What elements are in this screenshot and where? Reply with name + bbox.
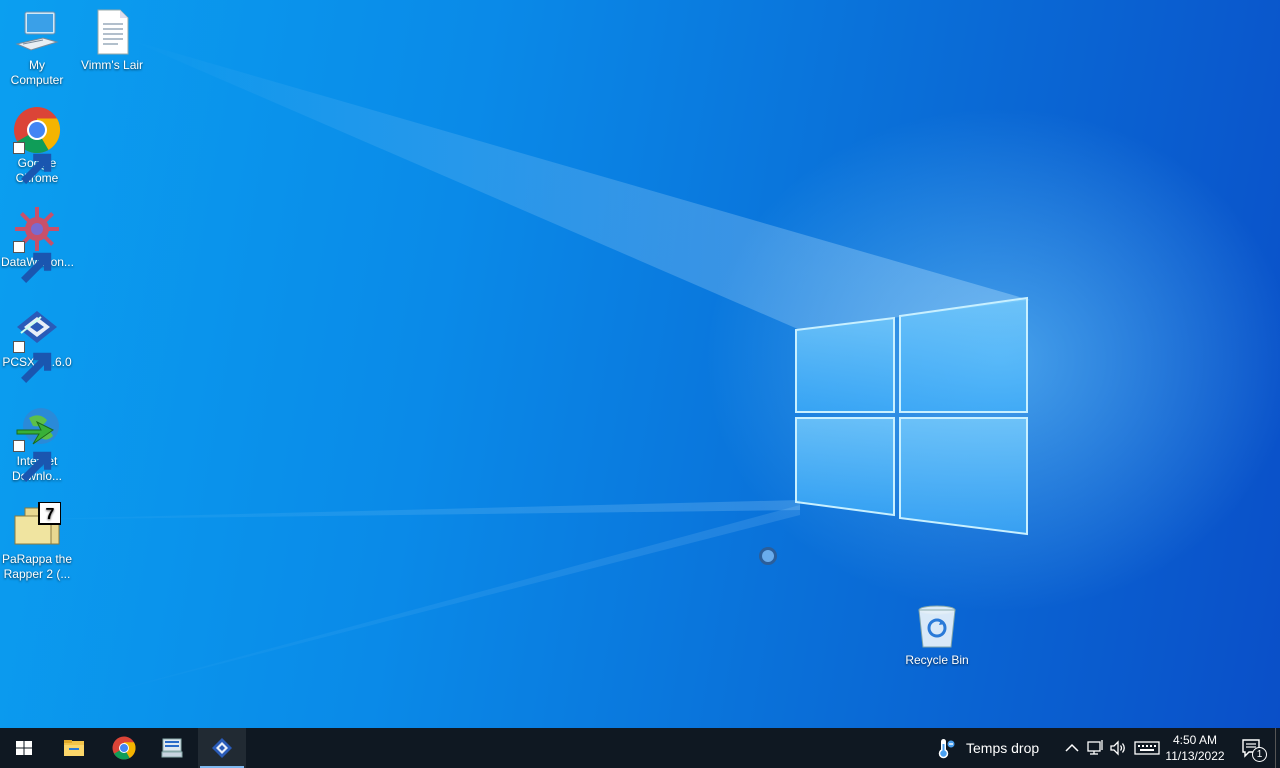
- volume-icon: [1110, 740, 1125, 756]
- taskbar-chrome[interactable]: [100, 728, 148, 768]
- desktop-icon-parappa-archive[interactable]: 7 PaRappa the Rapper 2 (...: [1, 502, 73, 582]
- shortcut-arrow-icon: [13, 142, 52, 184]
- clock-date: 11/13/2022: [1165, 749, 1225, 763]
- weather-text: Temps drop: [966, 740, 1040, 756]
- show-hidden-icons-button[interactable]: [1062, 738, 1082, 758]
- clock-time: 4:50 AM: [1172, 733, 1218, 747]
- shortcut-arrow-icon: [13, 241, 52, 283]
- action-center-button[interactable]: 1: [1236, 728, 1272, 768]
- weather-widget[interactable]: Temps drop: [930, 728, 1050, 768]
- thermometer-icon: [938, 739, 955, 759]
- network-tray-button[interactable]: [1085, 738, 1105, 758]
- file-explorer-icon: [64, 740, 84, 756]
- taskbar-network-app[interactable]: [148, 728, 196, 768]
- volume-tray-button[interactable]: [1108, 738, 1128, 758]
- chrome-icon: [112, 736, 136, 760]
- desktop-icon-my-computer[interactable]: My Computer: [1, 8, 73, 88]
- keyboard-icon: [1134, 741, 1160, 755]
- system-clock[interactable]: 4:50 AM 11/13/2022: [1160, 732, 1230, 764]
- shortcut-arrow-icon: [13, 440, 52, 482]
- desktop-icon-pcsx2[interactable]: PCSX2 1.6.0: [1, 305, 73, 383]
- text-file-icon: [97, 9, 129, 55]
- desktop-icon-vimms-lair[interactable]: Vimm's Lair: [76, 8, 148, 73]
- desktop-icon-label: My Computer: [10, 58, 64, 87]
- wallpaper-light-beams: [0, 40, 1030, 700]
- desktop-icon-label: PaRappa the Rapper 2 (...: [1, 552, 73, 581]
- shortcut-arrow-icon: [13, 341, 52, 383]
- taskbar: Temps drop 4:50 AM 11/13/2022 1: [0, 728, 1280, 768]
- network-icon: [1087, 740, 1103, 755]
- busy-cursor: [759, 547, 777, 565]
- chevron-up-icon: [1065, 743, 1079, 752]
- windows-start-icon: [16, 741, 32, 755]
- show-desktop-button[interactable]: [1275, 728, 1280, 768]
- desktop[interactable]: My Computer Vimm's Lair Google Chrome Da…: [0, 0, 1280, 728]
- recycle-bin-icon: [918, 605, 956, 648]
- notification-count-badge: 1: [1252, 747, 1267, 762]
- desktop-icon-label: Vimm's Lair: [80, 58, 144, 72]
- start-button[interactable]: [0, 728, 48, 768]
- desktop-icon-recycle-bin[interactable]: Recycle Bin: [901, 603, 973, 668]
- desktop-icon-datawagon[interactable]: DataWagon...: [1, 205, 74, 283]
- desktop-icon-internet-download-manager[interactable]: Internet Downlo...: [1, 404, 73, 484]
- windows-wallpaper-logo: [795, 296, 1028, 536]
- my-computer-icon: [15, 11, 59, 51]
- 7zip-archive-icon: 7: [14, 502, 61, 545]
- desktop-icon-label: Recycle Bin: [905, 653, 969, 667]
- taskbar-file-explorer[interactable]: [50, 728, 98, 768]
- pcsx2-icon: [212, 738, 232, 758]
- touch-keyboard-button[interactable]: [1134, 738, 1160, 758]
- svg-text:7: 7: [46, 506, 55, 523]
- network-app-icon: [161, 738, 183, 758]
- taskbar-pcsx2[interactable]: [198, 728, 246, 768]
- desktop-icon-google-chrome[interactable]: Google Chrome: [1, 106, 73, 186]
